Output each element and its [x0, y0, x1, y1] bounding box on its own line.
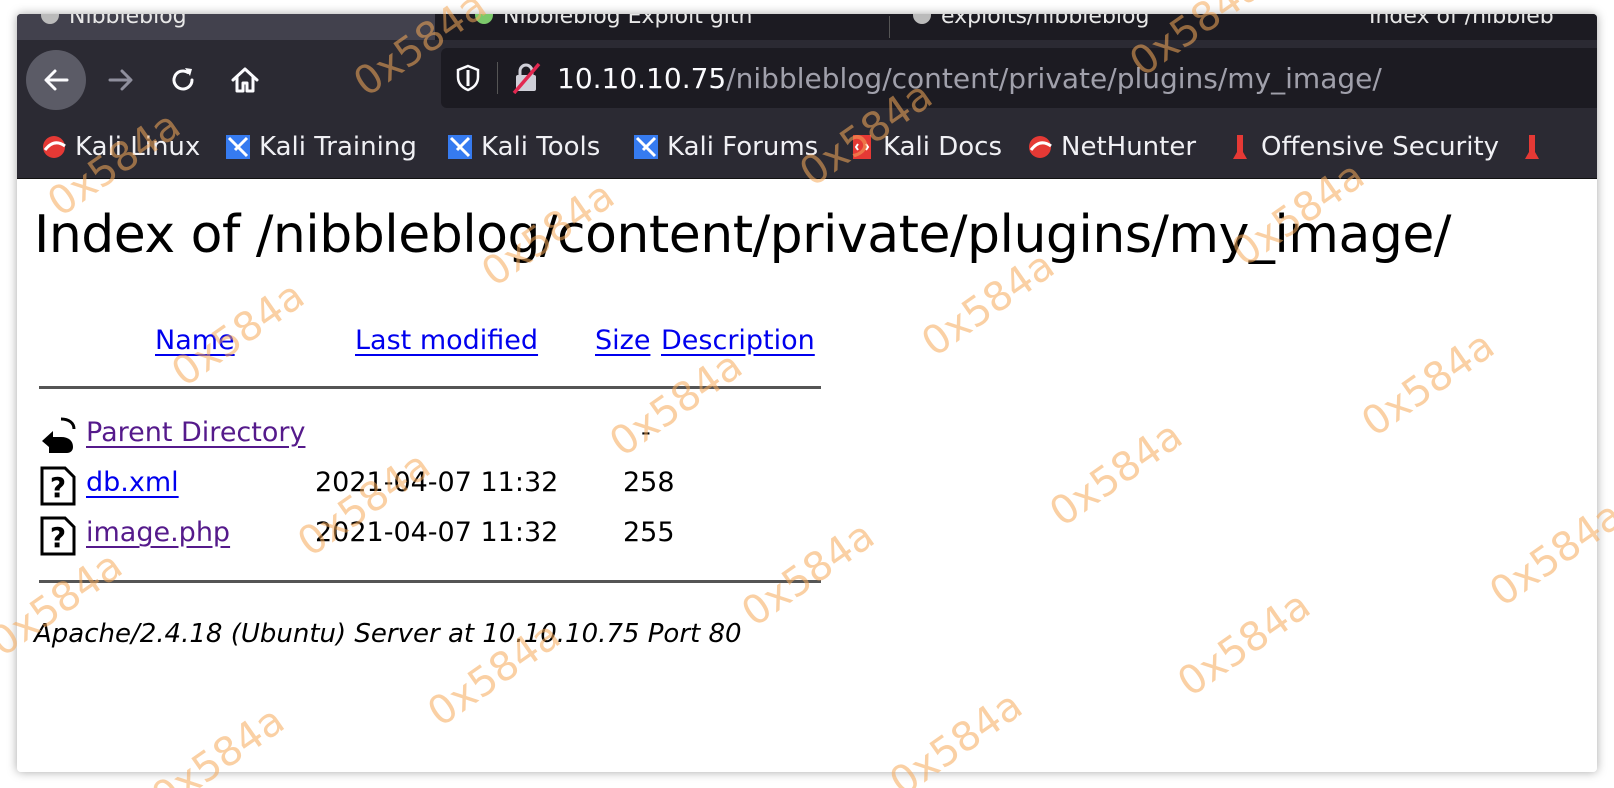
bookmark-kali-forums[interactable]: Kali Forums	[631, 130, 818, 164]
table-row: ? image.php 2021-04-07 11:32 255	[39, 516, 839, 561]
tab-favicon	[913, 14, 931, 24]
tab-favicon	[475, 14, 493, 24]
column-header-description[interactable]: Description	[661, 325, 815, 356]
column-header-size[interactable]: Size	[595, 325, 650, 356]
bookmark-kali-linux[interactable]: Kali Linux	[39, 130, 200, 164]
tab-favicon	[41, 14, 59, 24]
server-signature: Apache/2.4.18 (Ubuntu) Server at 10.10.1…	[34, 619, 742, 649]
url-bar[interactable]: 10.10.10.75/nibbleblog/content/private/p…	[441, 48, 1597, 108]
kali-tools-icon	[448, 135, 472, 159]
table-row: Parent Directory -	[39, 417, 839, 461]
tab-strip: Nibbleblog Nibbleblog Exploit gith explo…	[17, 14, 1597, 40]
column-header-last-modified[interactable]: Last modified	[355, 325, 538, 356]
bookmark-label: Kali Forums	[667, 132, 819, 162]
navigation-toolbar: 10.10.10.75/nibbleblog/content/private/p…	[17, 40, 1597, 116]
page-content: Index of /nibbleblog/content/private/plu…	[17, 179, 1597, 772]
forward-button[interactable]	[91, 50, 151, 110]
tab-separator	[889, 16, 890, 38]
sort-by-size-link[interactable]: Size	[595, 325, 650, 356]
bookmarks-toolbar: Kali Linux Kali Training Kali Tools Kali…	[17, 116, 1597, 179]
nethunter-icon	[1029, 136, 1052, 158]
column-header-name[interactable]: Name	[155, 325, 235, 356]
kali-training-icon	[226, 135, 250, 159]
unknown-file-icon: ?	[40, 466, 76, 506]
row-modified: 2021-04-07 11:32	[315, 517, 559, 548]
bookmark-overflow[interactable]	[1517, 130, 1553, 164]
bookmark-nethunter[interactable]: NetHunter	[1025, 130, 1196, 164]
unknown-file-icon: ?	[40, 516, 76, 556]
kali-docs-icon	[853, 135, 871, 159]
home-button[interactable]	[215, 50, 275, 110]
table-top-rule	[39, 386, 821, 389]
parent-directory-link[interactable]: Parent Directory	[86, 417, 305, 448]
tab-label: Index of /nibbleb	[1369, 14, 1554, 29]
row-modified: 2021-04-07 11:32	[315, 467, 559, 498]
bookmark-kali-tools[interactable]: Kali Tools	[445, 130, 600, 164]
svg-text:?: ?	[50, 521, 66, 554]
bookmark-kali-docs[interactable]: Kali Docs	[847, 130, 1002, 164]
svg-text:?: ?	[50, 471, 66, 504]
reload-icon	[172, 68, 194, 91]
tab-4[interactable]: Index of /nibbleb	[1329, 14, 1597, 40]
reload-button[interactable]	[153, 50, 213, 110]
kali-forums-icon	[634, 135, 658, 159]
bookmark-label: NetHunter	[1061, 132, 1197, 162]
arrow-left-icon	[44, 69, 69, 91]
row-size: 255	[623, 517, 675, 548]
tab-label: Nibbleblog Exploit gith	[503, 14, 753, 29]
sort-by-modified-link[interactable]: Last modified	[355, 325, 538, 356]
table-row: ? db.xml 2021-04-07 11:32 258	[39, 466, 839, 511]
bookmark-label: Kali Tools	[481, 132, 601, 162]
row-size: -	[641, 417, 651, 448]
url-host: 10.10.10.75	[557, 62, 727, 95]
browser-window: Nibbleblog Nibbleblog Exploit gith explo…	[17, 14, 1597, 772]
offsec-icon	[1233, 135, 1247, 159]
url-text: 10.10.10.75/nibbleblog/content/private/p…	[557, 62, 1382, 95]
arrow-right-icon	[108, 69, 133, 91]
page-title: Index of /nibbleblog/content/private/plu…	[34, 205, 1451, 265]
tab-1[interactable]: Nibbleblog	[17, 14, 435, 40]
bookmark-label: Kali Training	[259, 132, 417, 162]
file-link-image-php[interactable]: image.php	[86, 517, 230, 548]
tab-label: Nibbleblog	[69, 14, 187, 29]
shield-icon[interactable]	[455, 64, 481, 92]
tab-3[interactable]: exploits/nibbleblog	[897, 14, 1317, 40]
bookmark-kali-training[interactable]: Kali Training	[223, 130, 417, 164]
tab-label: exploits/nibbleblog	[941, 14, 1150, 29]
tab-2[interactable]: Nibbleblog Exploit gith	[457, 14, 877, 40]
home-icon	[231, 67, 259, 93]
row-size: 258	[623, 467, 675, 498]
offsec-icon	[1525, 135, 1539, 159]
insecure-lock-icon[interactable]	[511, 62, 541, 94]
url-separator	[497, 62, 498, 94]
back-button[interactable]	[26, 50, 86, 110]
sort-by-description-link[interactable]: Description	[661, 325, 815, 356]
file-link-db-xml[interactable]: db.xml	[86, 467, 179, 498]
bookmark-offensive-security[interactable]: Offensive Security	[1225, 130, 1499, 164]
bookmark-label: Kali Linux	[75, 132, 201, 162]
sort-by-name-link[interactable]: Name	[155, 325, 235, 356]
back-folder-icon	[42, 417, 76, 453]
kali-linux-icon	[43, 136, 66, 158]
bookmark-label: Offensive Security	[1261, 132, 1500, 162]
url-path: /nibbleblog/content/private/plugins/my_i…	[726, 62, 1382, 95]
table-bottom-rule	[39, 580, 821, 583]
bookmark-label: Kali Docs	[883, 132, 1003, 162]
